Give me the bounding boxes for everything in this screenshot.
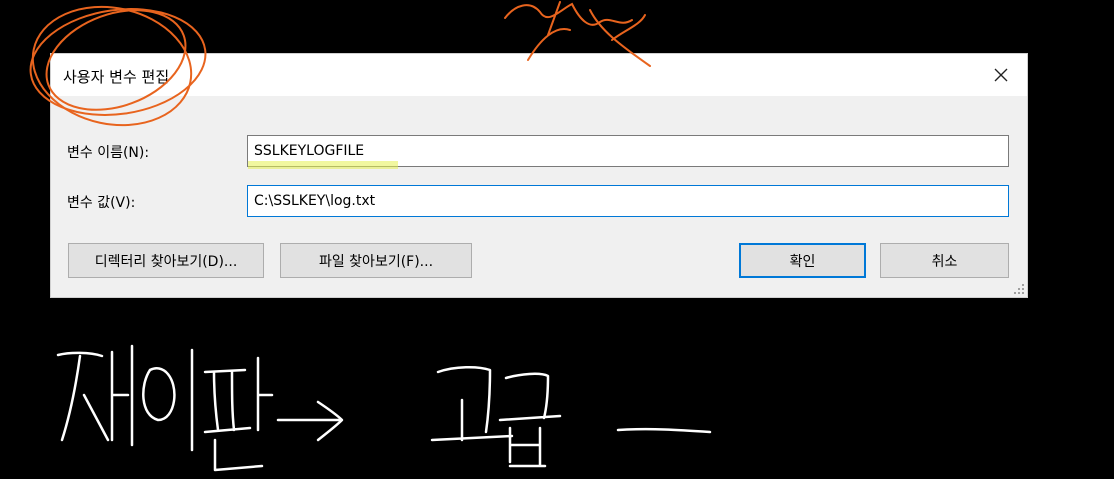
cancel-button[interactable]: 취소 [880, 243, 1009, 278]
highlighter-mark [248, 161, 398, 169]
handwriting-eo [142, 348, 194, 452]
variable-value-label: 변수 값(V): [67, 195, 136, 211]
variable-value-input[interactable]: C:\SSLKEY\log.txt [247, 185, 1009, 217]
ok-button[interactable]: 확인 [739, 243, 866, 278]
title-bar: 사용자 변수 편집 [51, 54, 1027, 96]
edit-user-variable-dialog: 사용자 변수 편집 변수 이름(N): SSLKEYLOGFILE 변수 값(V… [50, 53, 1028, 298]
browse-directory-button[interactable]: 디렉터리 찾아보기(D)... [68, 243, 264, 278]
close-icon [994, 68, 1008, 82]
arrow-stroke [276, 400, 344, 442]
variable-name-label: 변수 이름(N): [67, 145, 150, 161]
variable-value-value: C:\SSLKEY\log.txt [254, 193, 376, 209]
resize-grip[interactable] [1014, 284, 1024, 294]
variable-name-input[interactable]: SSLKEYLOGFILE [247, 135, 1009, 169]
dialog-title: 사용자 변수 편집 [63, 68, 170, 86]
handwriting-jeeo [56, 344, 134, 447]
handwriting-geup [498, 372, 562, 468]
handwriting-pan [203, 356, 274, 472]
dash-stroke [616, 427, 712, 434]
close-button[interactable] [975, 54, 1027, 96]
handwriting-go [430, 366, 514, 442]
variable-name-value: SSLKEYLOGFILE [254, 143, 365, 159]
browse-file-button[interactable]: 파일 찾아보기(F)... [280, 243, 472, 278]
